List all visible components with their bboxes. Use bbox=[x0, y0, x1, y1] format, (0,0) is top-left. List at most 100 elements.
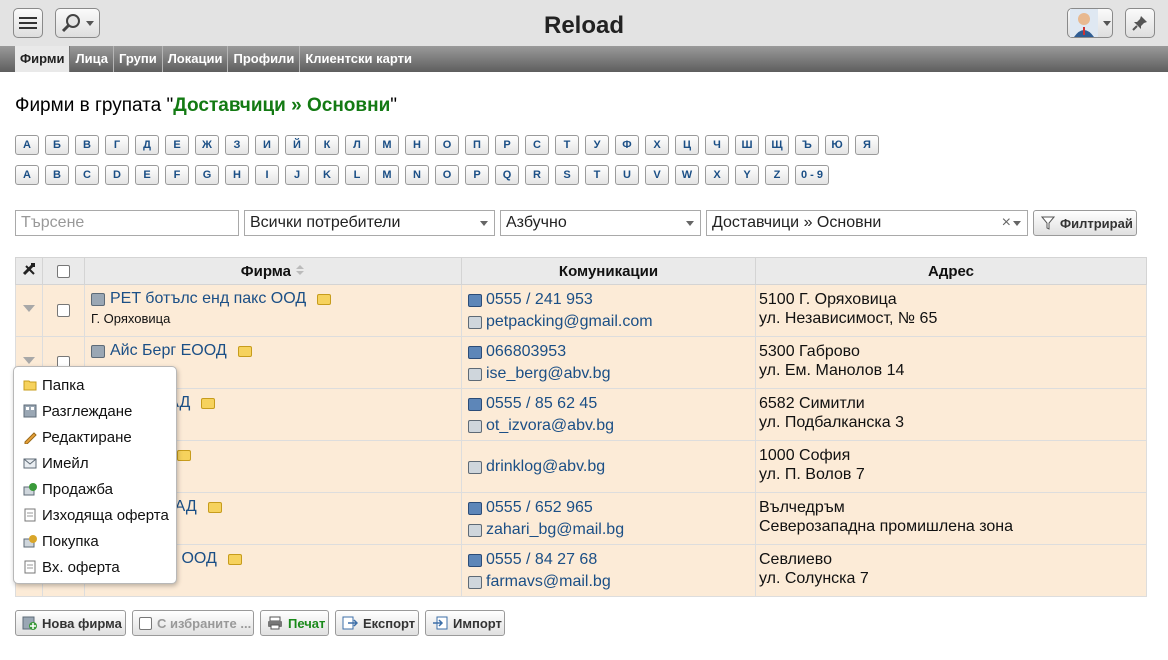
letter-button[interactable]: С bbox=[525, 135, 549, 155]
email-address[interactable]: drinklog@abv.bg bbox=[486, 456, 605, 478]
email-address[interactable]: ot_izvora@abv.bg bbox=[486, 415, 614, 437]
company-column-header[interactable]: Фирма bbox=[84, 257, 462, 285]
letter-button[interactable]: C bbox=[75, 165, 99, 185]
letter-button[interactable]: Z bbox=[765, 165, 789, 185]
company-name[interactable]: PET ботълс енд пакс ООД bbox=[110, 290, 306, 308]
email-line[interactable]: farmavs@mail.bg bbox=[468, 571, 749, 593]
letter-button[interactable]: J bbox=[285, 165, 309, 185]
letter-button[interactable]: Д bbox=[135, 135, 159, 155]
letter-button[interactable]: Х bbox=[645, 135, 669, 155]
letter-button[interactable]: Н bbox=[405, 135, 429, 155]
letter-button[interactable]: Q bbox=[495, 165, 519, 185]
letter-button[interactable]: H bbox=[225, 165, 249, 185]
phone-line[interactable]: 0555 / 241 953 bbox=[468, 289, 749, 311]
letter-button[interactable]: F bbox=[165, 165, 189, 185]
email-line[interactable]: drinklog@abv.bg bbox=[468, 456, 749, 478]
user-menu-button[interactable] bbox=[1067, 8, 1113, 38]
letter-button[interactable]: Ю bbox=[825, 135, 849, 155]
letter-button[interactable]: Ш bbox=[735, 135, 759, 155]
letter-button[interactable]: О bbox=[435, 135, 459, 155]
letter-button[interactable]: А bbox=[15, 135, 39, 155]
email-line[interactable]: petpacking@gmail.com bbox=[468, 311, 749, 333]
email-line[interactable]: ot_izvora@abv.bg bbox=[468, 415, 749, 437]
tab-persons[interactable]: Лица bbox=[70, 46, 114, 72]
letter-button[interactable]: M bbox=[375, 165, 399, 185]
letter-button[interactable]: R bbox=[525, 165, 549, 185]
letter-button[interactable]: O bbox=[435, 165, 459, 185]
company-name-link[interactable]: PET ботълс енд пакс ООД bbox=[91, 290, 455, 308]
letter-button[interactable]: И bbox=[255, 135, 279, 155]
tools-header[interactable] bbox=[15, 257, 43, 285]
phone-line[interactable]: 0555 / 85 62 45 bbox=[468, 393, 749, 415]
letter-button[interactable]: З bbox=[225, 135, 249, 155]
menu-item-incoming-offer[interactable]: Вх. оферта bbox=[14, 554, 176, 580]
phone-number[interactable]: 0555 / 241 953 bbox=[486, 289, 593, 311]
row-checkbox[interactable] bbox=[57, 304, 70, 317]
folder-icon[interactable] bbox=[201, 397, 216, 409]
phone-number[interactable]: 0555 / 652 965 bbox=[486, 497, 593, 519]
letter-button[interactable]: T bbox=[585, 165, 609, 185]
letter-button[interactable]: Л bbox=[345, 135, 369, 155]
tab-client-cards[interactable]: Клиентски карти bbox=[300, 46, 417, 72]
letter-button[interactable]: У bbox=[585, 135, 609, 155]
with-selected-button[interactable]: С избраните ... bbox=[132, 610, 254, 636]
group-link[interactable]: Доставчици » Основни bbox=[173, 95, 390, 116]
phone-number[interactable]: 0555 / 85 62 45 bbox=[486, 393, 597, 415]
email-address[interactable]: zahari_bg@mail.bg bbox=[486, 519, 624, 541]
letter-button[interactable]: S bbox=[555, 165, 579, 185]
letter-button[interactable]: K bbox=[315, 165, 339, 185]
letter-button[interactable]: Y bbox=[735, 165, 759, 185]
phone-line[interactable]: 066803953 bbox=[468, 341, 749, 363]
expand-cell[interactable] bbox=[15, 284, 43, 337]
letter-button[interactable]: I bbox=[255, 165, 279, 185]
letter-button[interactable]: Ч bbox=[705, 135, 729, 155]
phone-line[interactable]: 0555 / 652 965 bbox=[468, 497, 749, 519]
letter-button[interactable]: Т bbox=[555, 135, 579, 155]
letter-button[interactable]: D bbox=[105, 165, 129, 185]
menu-item-sale[interactable]: Продажба bbox=[14, 476, 176, 502]
letter-button[interactable]: Ъ bbox=[795, 135, 819, 155]
letter-button[interactable]: A bbox=[15, 165, 39, 185]
email-address[interactable]: ise_berg@abv.bg bbox=[486, 363, 610, 385]
letter-button[interactable]: B bbox=[45, 165, 69, 185]
select-all-checkbox[interactable] bbox=[57, 264, 70, 278]
letter-button[interactable]: М bbox=[375, 135, 399, 155]
letter-button[interactable]: L bbox=[345, 165, 369, 185]
pin-button[interactable] bbox=[1125, 8, 1155, 38]
menu-item-view[interactable]: Разглеждане bbox=[14, 398, 176, 424]
menu-item-purchase[interactable]: Покупка bbox=[14, 528, 176, 554]
letter-button[interactable]: Й bbox=[285, 135, 309, 155]
letter-button[interactable]: П bbox=[465, 135, 489, 155]
clear-icon[interactable]: × bbox=[1002, 214, 1011, 232]
order-select[interactable]: Азбучно bbox=[500, 210, 701, 236]
letter-button[interactable]: Г bbox=[105, 135, 129, 155]
users-select[interactable]: Всички потребители bbox=[244, 210, 495, 236]
folder-icon[interactable] bbox=[207, 501, 222, 513]
folder-icon[interactable] bbox=[317, 293, 332, 305]
filter-button[interactable]: Филтрирай bbox=[1033, 210, 1137, 236]
folder-icon[interactable] bbox=[237, 345, 252, 357]
menu-item-edit[interactable]: Редактиране bbox=[14, 424, 176, 450]
letter-button[interactable]: U bbox=[615, 165, 639, 185]
search-input[interactable]: Търсене bbox=[15, 210, 239, 236]
letter-button[interactable]: N bbox=[405, 165, 429, 185]
letter-button[interactable]: Е bbox=[165, 135, 189, 155]
email-address[interactable]: farmavs@mail.bg bbox=[486, 571, 611, 593]
phone-number[interactable]: 066803953 bbox=[486, 341, 566, 363]
tab-groups[interactable]: Групи bbox=[114, 46, 163, 72]
letter-button[interactable]: Р bbox=[495, 135, 519, 155]
menu-item-folder[interactable]: Папка bbox=[14, 372, 176, 398]
letter-button[interactable]: W bbox=[675, 165, 699, 185]
letter-button[interactable]: В bbox=[75, 135, 99, 155]
import-button[interactable]: Импорт bbox=[425, 610, 505, 636]
letter-button[interactable]: Ц bbox=[675, 135, 699, 155]
letter-button[interactable]: Я bbox=[855, 135, 879, 155]
letter-button[interactable]: 0 - 9 bbox=[795, 165, 830, 185]
email-address[interactable]: petpacking@gmail.com bbox=[486, 311, 653, 333]
export-button[interactable]: Експорт bbox=[335, 610, 419, 636]
letter-button[interactable]: G bbox=[195, 165, 219, 185]
phone-number[interactable]: 0555 / 84 27 68 bbox=[486, 549, 597, 571]
folder-icon[interactable] bbox=[227, 553, 242, 565]
company-name[interactable]: Айс Берг ЕООД bbox=[110, 342, 227, 360]
letter-button[interactable]: Щ bbox=[765, 135, 789, 155]
